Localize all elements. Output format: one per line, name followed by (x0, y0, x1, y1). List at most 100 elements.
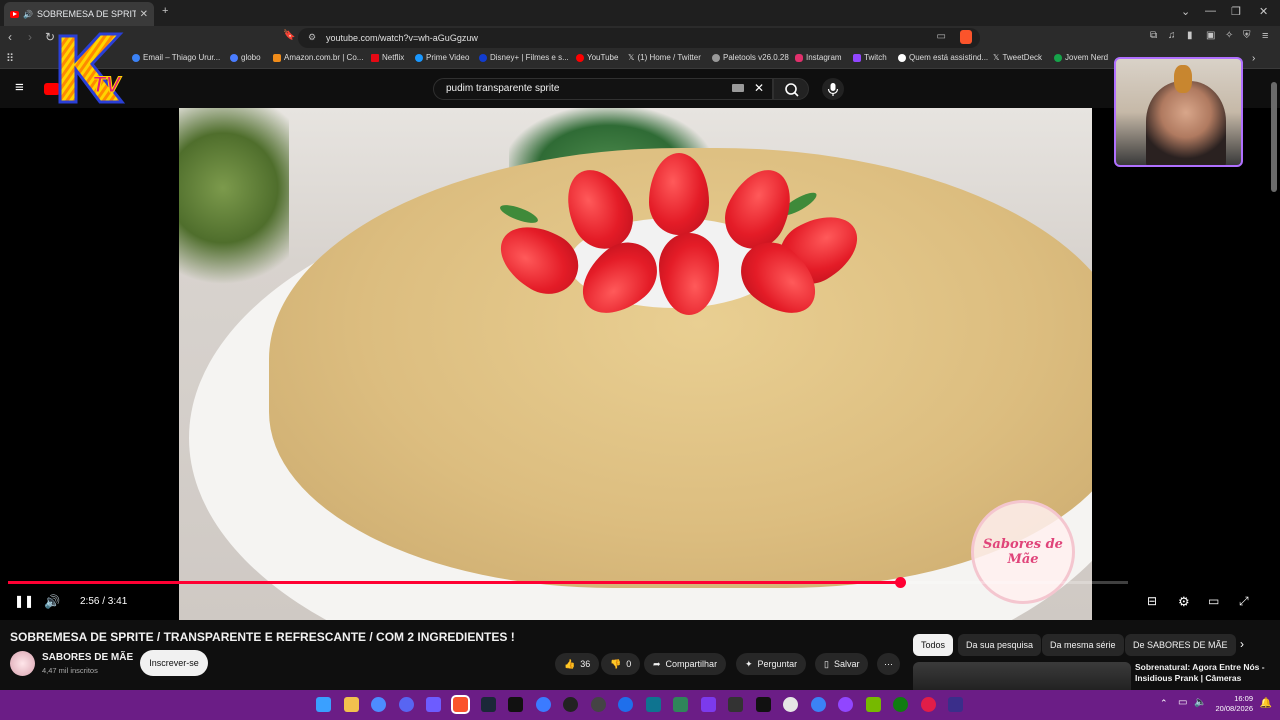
app11-icon[interactable] (838, 697, 853, 712)
wallet-icon[interactable]: ▣ (1206, 30, 1215, 41)
progress-scrubber[interactable] (894, 577, 906, 588)
chip-from-search[interactable]: Da sua pesquisa (958, 634, 1042, 656)
app-icon[interactable] (426, 697, 441, 712)
site-info-icon[interactable]: ⚙ (308, 32, 316, 43)
chip-channel[interactable]: De SABORES DE MÃE (1125, 634, 1236, 656)
bookmark-disney[interactable]: Disney+ | Filmes e s... (479, 53, 569, 62)
clear-search-icon[interactable]: ✕ (754, 81, 764, 95)
progress-bar[interactable] (8, 577, 1128, 588)
cast-icon[interactable]: ▭ (937, 31, 946, 42)
app7-icon[interactable] (728, 697, 743, 712)
chip-all[interactable]: Todos (913, 634, 954, 656)
new-tab-icon[interactable]: + (162, 5, 168, 17)
bookmark-amazon[interactable]: Amazon.com.br | Co... (273, 53, 363, 62)
bookmark-twitter[interactable]: 𝕏 (1) Home / Twitter (628, 53, 701, 62)
file-explorer-icon[interactable] (344, 697, 359, 712)
share-button[interactable]: ➦ Compartilhar (644, 653, 727, 675)
bookmark-instagram[interactable]: Instagram (795, 53, 842, 62)
maximize-icon[interactable]: ❐ (1231, 5, 1241, 18)
volume-icon[interactable]: 🔊 (44, 594, 60, 610)
reload-icon[interactable]: ↻ (45, 30, 55, 44)
recommendation-title[interactable]: Sobrenatural: Agora Entre Nós - Insidiou… (1135, 662, 1275, 684)
ask-button[interactable]: ✦ Perguntar (736, 653, 807, 675)
forward-icon[interactable]: › (28, 30, 32, 44)
volume-tray-icon[interactable]: 🔈 (1194, 697, 1206, 708)
steam-icon[interactable] (481, 697, 496, 712)
discord-icon[interactable] (399, 697, 414, 712)
nvidia-icon[interactable] (866, 697, 881, 712)
app2-icon[interactable] (591, 697, 606, 712)
browser-edge-icon[interactable] (371, 697, 386, 712)
media-icon[interactable]: ♫ (1168, 30, 1176, 41)
dislike-button[interactable]: 👎 0 (601, 653, 641, 675)
bookmark-jovem-nerd[interactable]: Jovem Nerd (1054, 53, 1108, 62)
extensions-icon[interactable]: ⧉ (1150, 30, 1157, 41)
close-window-icon[interactable]: ✕ (1259, 5, 1268, 18)
app9-icon[interactable] (783, 697, 798, 712)
keyboard-icon[interactable] (732, 84, 744, 92)
brave-shield-icon[interactable] (960, 30, 972, 44)
channel-avatar[interactable] (10, 651, 35, 676)
app6-icon[interactable] (701, 697, 716, 712)
hamburger-menu-icon[interactable]: ≡ (15, 79, 24, 96)
system-clock[interactable]: 16:09 20/08/2026 (1215, 694, 1253, 714)
app13-icon[interactable] (948, 697, 963, 712)
app12-icon[interactable] (921, 697, 936, 712)
bookmark-twitch[interactable]: Twitch (853, 53, 887, 62)
bookmark-globo[interactable]: globo (230, 53, 261, 62)
bookmark-quem-esta-assistindo[interactable]: Quem está assistind... (898, 53, 988, 62)
address-bar[interactable]: ⚙ youtube.com/watch?v=wh-aGuGgzuw ▭ (298, 28, 980, 48)
apps-grid-icon[interactable]: ⠿ (6, 52, 14, 65)
tab-search-icon[interactable]: ⌄ (1181, 5, 1190, 18)
bookmark-email[interactable]: Email – Thiago Urur... (132, 53, 220, 62)
notifications-icon[interactable]: 🔔 (1260, 698, 1272, 709)
sidebar-icon[interactable]: ▮ (1187, 30, 1193, 41)
video-frame[interactable]: Sabores de Mãe (179, 108, 1092, 620)
more-actions-button[interactable]: ⋯ (877, 653, 900, 675)
channel-name[interactable]: SABORES DE MÃE (42, 652, 133, 663)
bookmark-paletools[interactable]: Paletools v26.0.28 (712, 53, 789, 62)
app4-icon[interactable] (646, 697, 661, 712)
settings-icon[interactable]: ⚙ (1178, 594, 1190, 610)
app5-icon[interactable] (673, 697, 688, 712)
app10-icon[interactable] (811, 697, 826, 712)
menu-icon[interactable]: ≡ (1262, 30, 1268, 42)
subtitles-icon[interactable]: ⊟ (1147, 594, 1157, 608)
network-icon[interactable]: ▭ (1178, 697, 1187, 708)
leo-icon[interactable]: ✧ (1225, 30, 1233, 41)
bookmark-page-icon[interactable]: 🔖 (283, 30, 295, 41)
save-button[interactable]: ▯ Salvar (815, 653, 869, 675)
battlenet-icon[interactable] (536, 697, 551, 712)
recommendation-thumbnail[interactable] (913, 662, 1131, 690)
page-scrollbar[interactable] (1271, 82, 1277, 192)
obs-icon[interactable] (563, 697, 578, 712)
epic-games-icon[interactable] (508, 697, 523, 712)
video-player[interactable]: Sabores de Mãe ❚❚ 🔊 2:56 / 3:41 ⊟ ⚙ ▭ ⤢ (0, 108, 1280, 620)
bookmark-netflix[interactable]: Netflix (371, 53, 404, 62)
chips-next-icon[interactable]: › (1240, 637, 1244, 651)
minimize-icon[interactable]: — (1205, 5, 1216, 17)
xbox-icon[interactable] (893, 697, 908, 712)
theater-mode-icon[interactable]: ▭ (1208, 594, 1219, 608)
start-icon[interactable] (316, 697, 331, 712)
fullscreen-icon[interactable]: ⤢ (1239, 594, 1249, 609)
vpn-icon[interactable]: ⛨ (1243, 30, 1251, 41)
brave-browser-icon[interactable] (451, 695, 470, 714)
tray-overflow-icon[interactable]: ⌃ (1160, 698, 1168, 709)
pause-icon[interactable]: ❚❚ (14, 594, 34, 608)
app3-icon[interactable] (618, 697, 633, 712)
close-tab-icon[interactable]: ✕ (140, 9, 148, 20)
search-button[interactable] (773, 78, 809, 100)
bookmark-tweetdeck[interactable]: 𝕏 TweetDeck (993, 53, 1042, 62)
bookmark-youtube[interactable]: YouTube (576, 53, 618, 62)
chip-same-series[interactable]: Da mesma série (1042, 634, 1124, 656)
back-icon[interactable]: ‹ (8, 30, 12, 44)
search-input[interactable]: pudim transparente sprite ✕ (433, 78, 773, 100)
subscribe-button[interactable]: Inscrever-se (140, 650, 208, 676)
bookmark-prime-video[interactable]: Prime Video (415, 53, 469, 62)
bookmarks-overflow-icon[interactable]: › (1252, 53, 1255, 64)
voice-search-button[interactable] (822, 78, 844, 100)
like-button[interactable]: 👍 36 (555, 653, 600, 675)
tab-active[interactable]: 🔊 SOBREMESA DE SPRITE / TRA ✕ (4, 2, 154, 26)
app8-icon[interactable] (756, 697, 771, 712)
